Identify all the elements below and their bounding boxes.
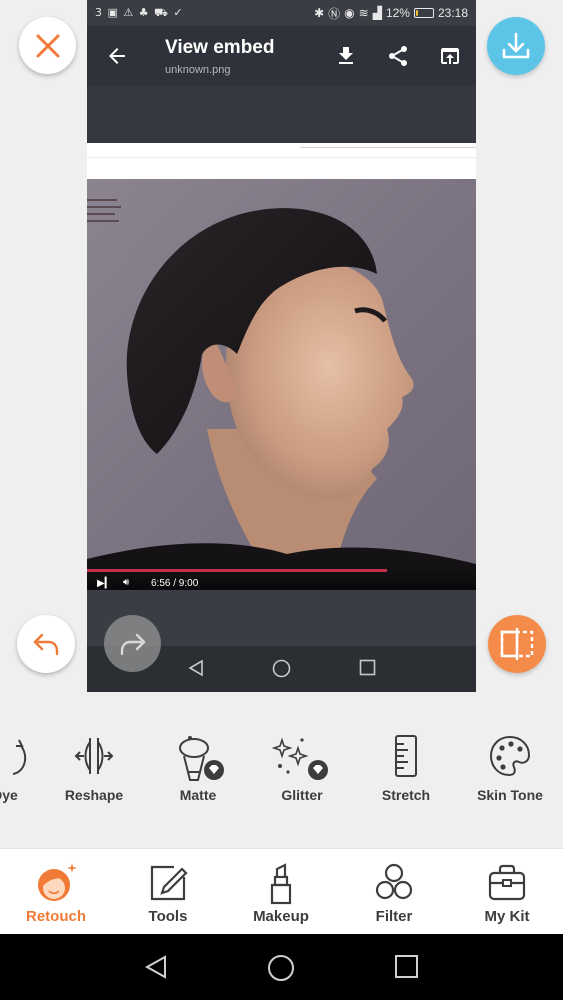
tool-stretch[interactable]: Stretch: [356, 730, 456, 810]
share-icon: [389, 46, 407, 66]
lipstick-icon: [270, 863, 292, 905]
undo-arrow-icon: [33, 633, 59, 656]
page-strip: [87, 143, 476, 179]
retouch-tools-row: Dye Reshape Matte Glitter Stretch Skin T…: [0, 730, 563, 810]
eye-icon: ◉: [344, 6, 355, 20]
redo-arrow-icon: [120, 633, 145, 655]
download-icon: [339, 47, 353, 64]
tool-glitter[interactable]: Glitter: [252, 730, 352, 810]
tab-label: Retouch: [26, 908, 86, 925]
tool-label: Matte: [179, 787, 217, 803]
battery-percent: 12%: [385, 6, 410, 20]
nav-recents-icon[interactable]: [394, 954, 419, 979]
back-arrow-icon: [109, 48, 125, 64]
three-circles-icon: [375, 863, 413, 900]
wifi-icon: ≋: [358, 6, 369, 20]
download-tray-icon: [502, 32, 530, 59]
tab-my-kit[interactable]: My Kit: [451, 849, 563, 935]
signal-icon: ▟: [372, 6, 382, 20]
embedded-app-bar: View embed unknown.png: [87, 26, 476, 86]
tab-retouch[interactable]: Retouch: [0, 849, 112, 935]
tool-label: Glitter: [281, 787, 323, 803]
tab-label: Tools: [148, 908, 188, 925]
tool-reshape[interactable]: Reshape: [44, 730, 144, 810]
skin-tone-icon: [489, 735, 531, 777]
embed-filename: unknown.png: [165, 64, 231, 76]
back-triangle-icon: [188, 659, 203, 677]
nfc-icon: Ⓝ: [328, 6, 341, 21]
system-nav-bar: [0, 934, 563, 1000]
tool-label: Stretch: [381, 787, 431, 803]
dye-icon: [12, 739, 27, 775]
tab-makeup[interactable]: Makeup: [225, 849, 337, 935]
video-progress-bar: [87, 569, 387, 572]
tab-label: Makeup: [253, 908, 309, 925]
portrait-photo: [87, 179, 476, 590]
compare-split-icon: [500, 628, 534, 660]
tool-skin-tone[interactable]: Skin Tone: [460, 730, 560, 810]
close-button[interactable]: [19, 17, 76, 74]
nav-home-icon[interactable]: [267, 954, 295, 982]
undo-button[interactable]: [17, 615, 75, 673]
reshape-icon: [74, 738, 114, 774]
kit-bag-icon: [488, 864, 526, 901]
tool-matte[interactable]: Matte: [148, 730, 248, 810]
save-download-button[interactable]: [487, 17, 545, 75]
video-time: 6:56 / 9:00: [151, 578, 199, 589]
tab-tools[interactable]: Tools: [112, 849, 224, 935]
embedded-status-bar: 3 ▣ ⚠ ♣ ⛟ ✓ ✱ Ⓝ ◉ ≋ ▟ 12% 23:18: [87, 0, 476, 26]
photo-editor-screen: 3 ▣ ⚠ ♣ ⛟ ✓ ✱ Ⓝ ◉ ≋ ▟ 12% 23:18 View emb…: [0, 0, 563, 1000]
tab-filter[interactable]: Filter: [338, 849, 450, 935]
compare-button[interactable]: [488, 615, 546, 673]
embed-title: View embed: [165, 37, 275, 58]
edited-image: 3 ▣ ⚠ ♣ ⛟ ✓ ✱ Ⓝ ◉ ≋ ▟ 12% 23:18 View emb…: [87, 0, 476, 692]
glitter-icon: [272, 737, 328, 780]
portrait-illustration: [87, 199, 476, 590]
tool-label: Skin Tone: [477, 787, 543, 803]
clock: 23:18: [437, 6, 468, 20]
bottom-tab-bar: Retouch Tools Makeup Filter My Kit: [0, 848, 563, 934]
bluetooth-icon: ✱: [314, 6, 325, 20]
home-circle-icon: [272, 659, 291, 678]
tool-label: Reshape: [64, 787, 124, 803]
tab-label: My Kit: [484, 908, 530, 925]
close-icon: [36, 34, 59, 57]
stretch-icon: [395, 735, 417, 777]
recents-square-icon: [359, 659, 376, 676]
tab-label: Filter: [375, 908, 413, 925]
redo-button[interactable]: [104, 615, 161, 672]
retouch-face-icon: [38, 863, 77, 901]
volume-icon: 🔊︎: [123, 577, 130, 588]
play-icon: ▶▎: [97, 578, 113, 589]
open-external-icon: [441, 48, 459, 64]
pencil-square-icon: [150, 865, 188, 901]
nav-back-icon[interactable]: [143, 954, 169, 980]
video-controls: ▶▎ 🔊︎ 6:56 / 9:00: [87, 566, 476, 590]
status-notification-icons: 3 ▣ ⚠ ♣ ⛟ ✓: [95, 5, 184, 19]
battery-icon: [413, 8, 434, 18]
matte-icon: [179, 736, 224, 781]
